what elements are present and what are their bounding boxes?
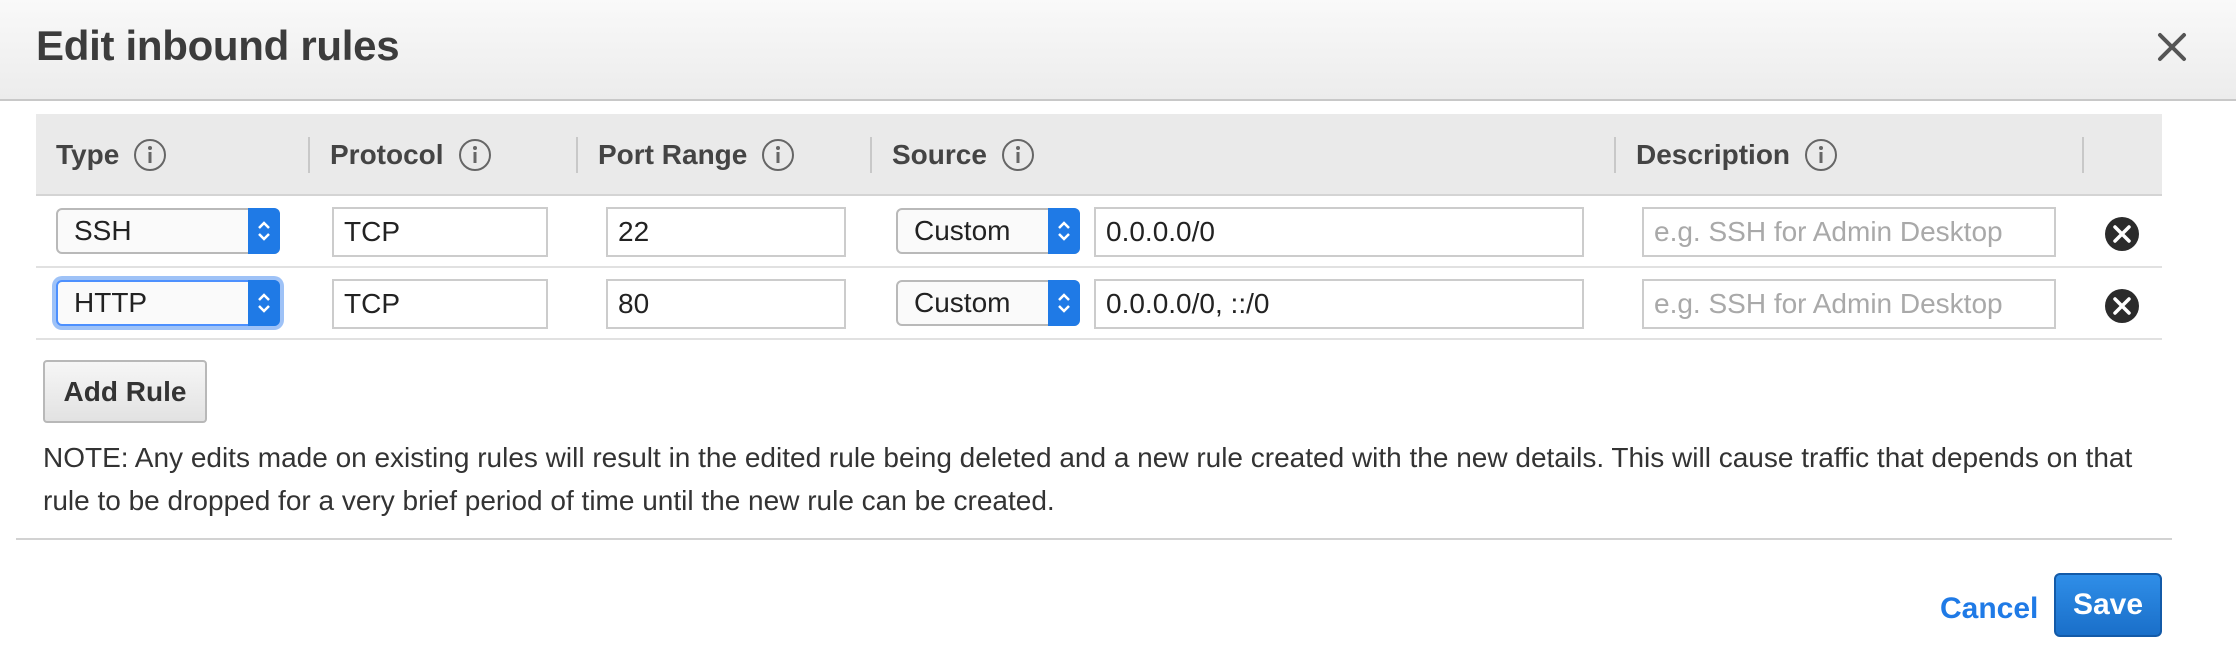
protocol-field[interactable]: TCP <box>332 207 548 257</box>
close-icon <box>2158 33 2186 61</box>
info-icon[interactable] <box>133 138 167 172</box>
table-header: Type Protocol Port Range Source Descript… <box>36 114 2162 196</box>
description-field[interactable]: e.g. SSH for Admin Desktop <box>1642 279 2056 329</box>
chevron-up-down-icon <box>258 221 270 241</box>
column-header-description: Description <box>1636 114 1838 196</box>
remove-circle-icon[interactable] <box>2104 288 2140 324</box>
cancel-button[interactable]: Cancel <box>1940 592 2038 626</box>
remove-circle-icon[interactable] <box>2104 216 2140 252</box>
table-row: SSH TCP 22 Custom 0.0.0.0/0 e.g. SSH for… <box>36 196 2162 268</box>
source-type-select-value: Custom <box>914 287 1011 318</box>
select-caret <box>248 208 280 254</box>
column-separator <box>308 137 310 173</box>
close-button[interactable] <box>2152 24 2192 70</box>
protocol-field[interactable]: TCP <box>332 279 548 329</box>
source-cidr-field[interactable]: 0.0.0.0/0, ::/0 <box>1094 279 1584 329</box>
table-row: HTTP TCP 80 Custom 0.0.0.0/0, ::/0 e.g. … <box>36 268 2162 340</box>
rules-table: Type Protocol Port Range Source Descript… <box>36 114 2162 340</box>
source-type-select-value: Custom <box>914 215 1011 246</box>
column-header-label: Description <box>1636 139 1791 170</box>
column-header-port-range: Port Range <box>598 114 795 196</box>
type-select[interactable]: SSH <box>56 208 280 254</box>
info-icon[interactable] <box>761 138 795 172</box>
column-header-label: Port Range <box>598 139 748 170</box>
add-rule-button[interactable]: Add Rule <box>43 360 207 423</box>
type-select[interactable]: HTTP <box>56 280 280 326</box>
column-header-source: Source <box>892 114 1035 196</box>
column-header-type: Type <box>56 114 167 196</box>
column-header-label: Protocol <box>330 139 444 170</box>
column-header-label: Source <box>892 139 987 170</box>
footer-divider <box>16 538 2172 540</box>
select-caret <box>248 280 280 326</box>
chevron-up-down-icon <box>1058 221 1070 241</box>
edit-warning-note: NOTE: Any edits made on existing rules w… <box>43 442 2133 516</box>
column-separator <box>576 137 578 173</box>
port-range-field[interactable]: 22 <box>606 207 846 257</box>
column-header-label: Type <box>56 139 120 170</box>
description-field[interactable]: e.g. SSH for Admin Desktop <box>1642 207 2056 257</box>
modal-header: Edit inbound rules <box>0 0 2236 101</box>
select-caret <box>1048 208 1080 254</box>
source-type-select[interactable]: Custom <box>896 208 1080 254</box>
info-icon[interactable] <box>458 138 492 172</box>
chevron-up-down-icon <box>1058 293 1070 313</box>
type-select-value: HTTP <box>74 287 148 318</box>
source-type-select[interactable]: Custom <box>896 280 1080 326</box>
source-cidr-field[interactable]: 0.0.0.0/0 <box>1094 207 1584 257</box>
port-range-field[interactable]: 80 <box>606 279 846 329</box>
column-separator <box>1614 137 1616 173</box>
modal-title: Edit inbound rules <box>36 22 400 69</box>
chevron-up-down-icon <box>258 293 270 313</box>
type-select-value: SSH <box>74 215 132 246</box>
column-header-protocol: Protocol <box>330 114 492 196</box>
info-icon[interactable] <box>1001 138 1035 172</box>
column-separator <box>870 137 872 173</box>
info-icon[interactable] <box>1804 138 1838 172</box>
save-button[interactable]: Save <box>2054 573 2162 637</box>
column-separator <box>2082 137 2084 173</box>
select-caret <box>1048 280 1080 326</box>
